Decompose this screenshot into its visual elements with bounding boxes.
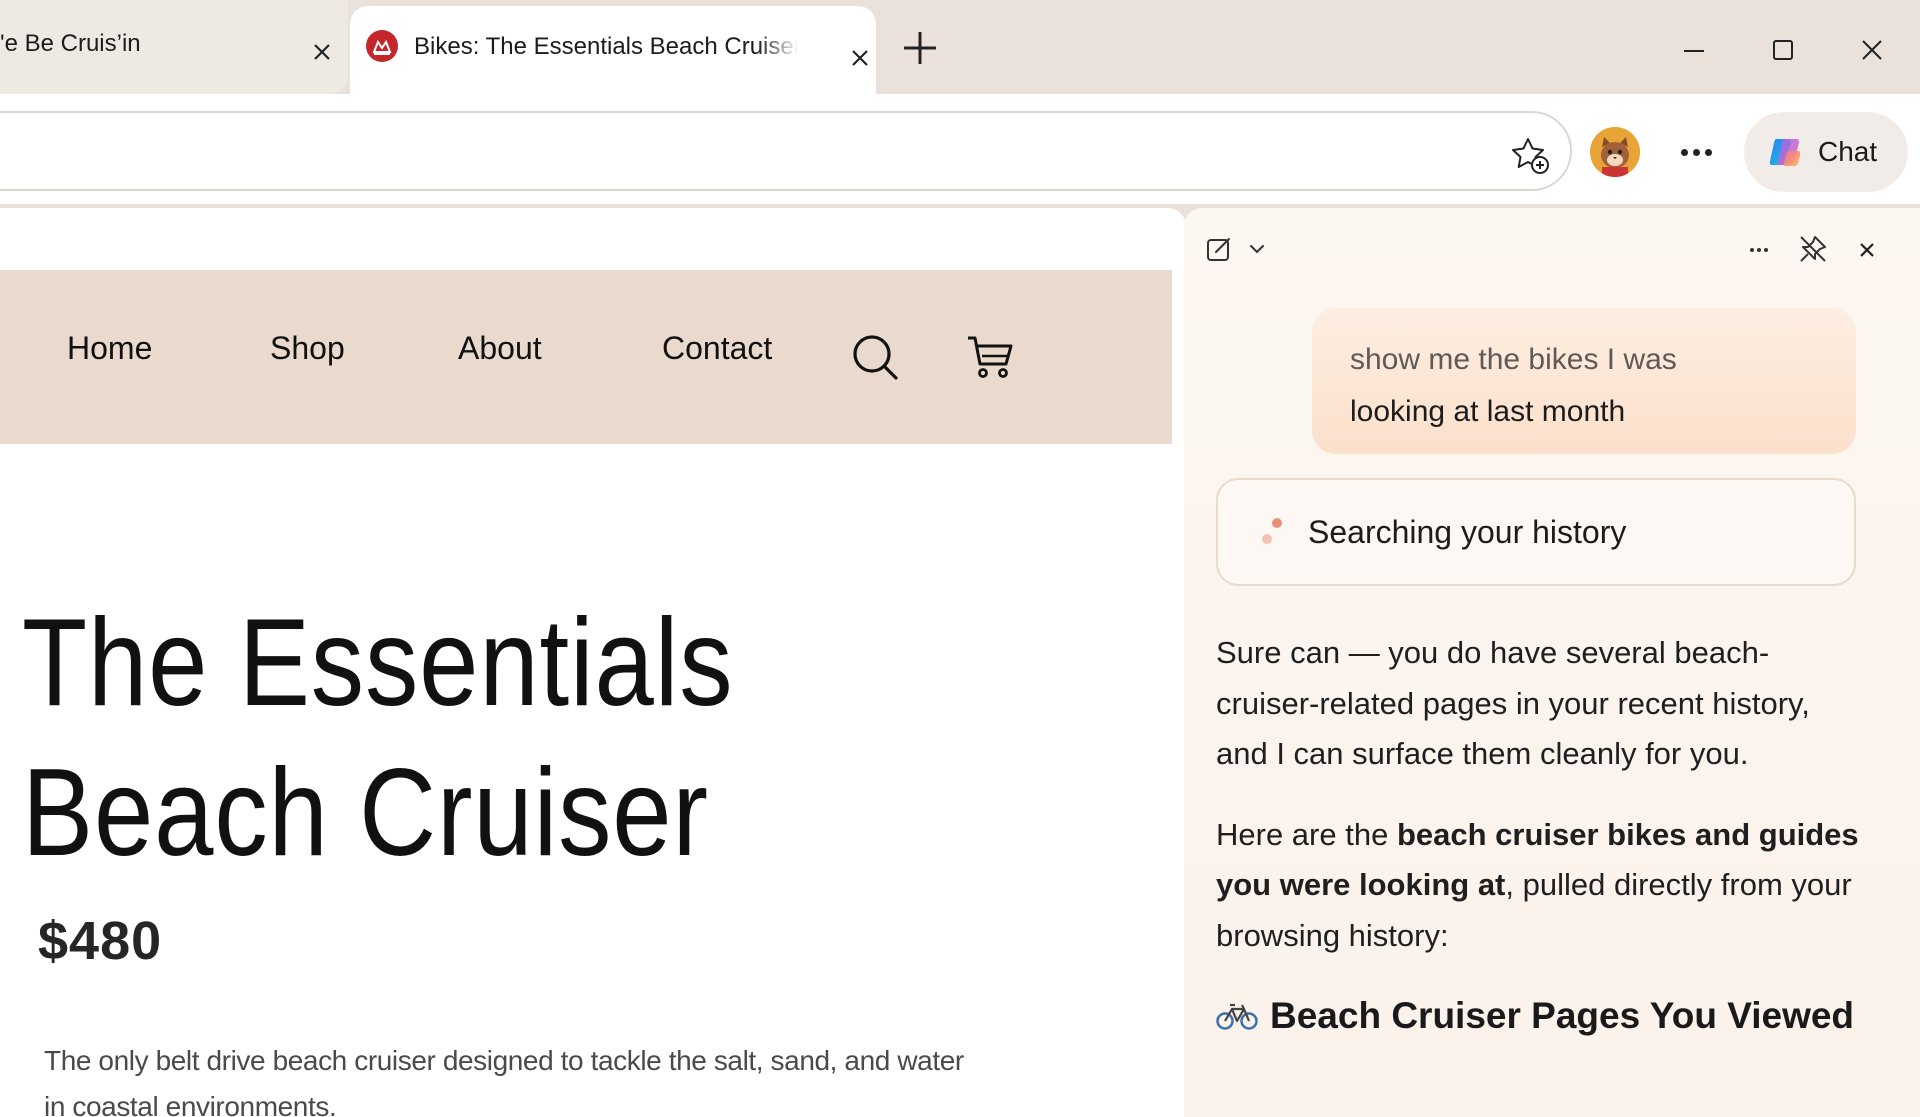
chevron-down-icon[interactable]: [1242, 234, 1272, 264]
web-content: Home Shop About Contact The Essentials B…: [0, 208, 1186, 1117]
search-icon[interactable]: [852, 334, 898, 380]
panel-more-options-icon[interactable]: [1744, 234, 1774, 264]
new-chat-edit-icon[interactable]: [1204, 234, 1234, 264]
product-title: The Essentials Beach Cruiser: [22, 594, 734, 882]
minimize-icon[interactable]: [1674, 30, 1714, 70]
assistant-answer: Sure can — you do have several beach-cru…: [1216, 628, 1866, 1042]
new-tab-plus-icon[interactable]: [900, 28, 940, 68]
nav-shop[interactable]: Shop: [270, 330, 345, 367]
answer-paragraph: Sure can — you do have several beach-cru…: [1216, 635, 1810, 771]
tab-strip: 'e Be Cruis’in Bikes: The Essentials Bea…: [0, 0, 1920, 94]
add-favorite-star-icon[interactable]: [1510, 135, 1550, 175]
searching-status: Searching your history: [1216, 478, 1856, 586]
answer-text: Here are the: [1216, 816, 1397, 852]
tab-inactive[interactable]: 'e Be Cruis’in: [0, 0, 348, 94]
chat-button-label: Chat: [1818, 136, 1878, 167]
more-options-icon[interactable]: [1674, 130, 1718, 174]
section-heading-text: Beach Cruiser Pages You Viewed: [1270, 995, 1855, 1036]
maximize-icon[interactable]: [1763, 30, 1803, 70]
copilot-chat-button[interactable]: Chat: [1744, 112, 1908, 192]
bicycle-icon: [1216, 1004, 1258, 1030]
nav-about[interactable]: About: [458, 330, 542, 367]
window-close-icon[interactable]: [1852, 30, 1892, 70]
nav-home[interactable]: Home: [67, 330, 152, 367]
close-tab-icon[interactable]: [850, 48, 870, 68]
site-favicon-icon: [366, 30, 398, 62]
loading-dots-icon: [1258, 514, 1286, 550]
close-panel-icon[interactable]: [1852, 234, 1882, 264]
tab-active[interactable]: Bikes: The Essentials Beach Cruiser: [350, 6, 876, 94]
unpin-icon[interactable]: [1798, 234, 1828, 264]
answer-paragraph: Here are the beach cruiser bikes and gui…: [1216, 810, 1866, 962]
address-bar[interactable]: [0, 111, 1572, 191]
copilot-side-panel: show me the bikes I was looking at last …: [1184, 208, 1920, 1117]
site-nav: Home Shop About Contact: [0, 270, 1172, 444]
status-text: Searching your history: [1308, 513, 1627, 550]
nav-contact[interactable]: Contact: [662, 330, 772, 367]
tab-title: 'e Be Cruis’in: [0, 30, 141, 57]
user-message-bubble: show me the bikes I was looking at last …: [1312, 308, 1856, 454]
profile-avatar[interactable]: [1590, 127, 1640, 177]
product-description: The only belt drive beach cruiser design…: [44, 1045, 964, 1117]
section-heading: Beach Cruiser Pages You Viewed: [1216, 991, 1866, 1042]
close-tab-icon[interactable]: [312, 42, 332, 62]
tab-title: Bikes: The Essentials Beach Cruiser: [414, 33, 798, 61]
user-message-line: show me the bikes I was: [1350, 343, 1677, 376]
copilot-logo-icon: [1769, 139, 1801, 166]
product-price: $480: [38, 911, 163, 971]
user-message-line: looking at last month: [1350, 395, 1626, 428]
cart-icon[interactable]: [966, 334, 1014, 380]
